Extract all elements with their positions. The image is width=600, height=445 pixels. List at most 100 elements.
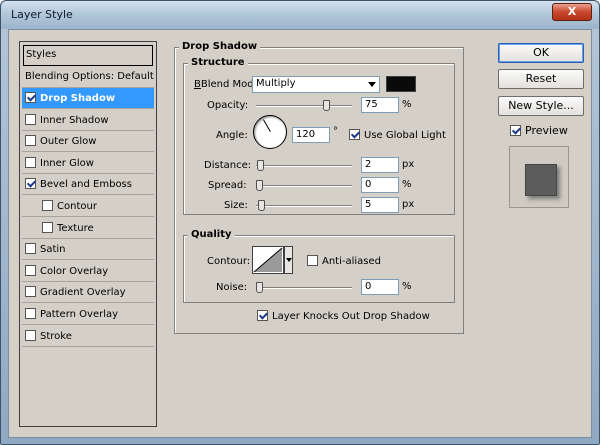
- noise-unit: %: [402, 281, 412, 292]
- size-unit: px: [402, 199, 415, 210]
- checkbox-icon[interactable]: [257, 310, 268, 321]
- checkbox-icon[interactable]: [510, 125, 521, 136]
- checkbox-icon[interactable]: [42, 221, 53, 233]
- noise-label: Noise:: [216, 282, 248, 293]
- distance-unit: px: [402, 159, 415, 170]
- preview-box: [509, 146, 569, 208]
- use-global-light-checkbox[interactable]: Use Global Light: [349, 129, 446, 141]
- preview-swatch: [525, 164, 557, 196]
- opacity-slider[interactable]: [256, 100, 352, 111]
- knockout-checkbox[interactable]: Layer Knocks Out Drop Shadow: [257, 310, 430, 322]
- close-button[interactable]: X: [552, 3, 592, 21]
- preview-checkbox[interactable]: Preview: [510, 124, 568, 137]
- distance-label: Distance:: [204, 160, 252, 171]
- blend-mode-dropdown[interactable]: Multiply: [252, 76, 380, 93]
- checkbox-icon[interactable]: [25, 308, 36, 319]
- opacity-label: Opacity:: [207, 100, 249, 111]
- dialog-client-area: Styles Blending Options: Default Drop Sh…: [8, 29, 592, 438]
- style-item-label: Color Overlay: [40, 265, 109, 277]
- style-item-texture[interactable]: Texture: [22, 218, 154, 239]
- spread-slider-thumb[interactable]: [256, 180, 263, 191]
- style-item-inner-shadow[interactable]: Inner Shadow: [22, 110, 154, 131]
- spread-slider[interactable]: [256, 180, 352, 191]
- style-item-label: Outer Glow: [40, 136, 97, 148]
- opacity-slider-thumb[interactable]: [322, 100, 330, 111]
- style-item-label: Texture: [57, 222, 94, 234]
- angle-input[interactable]: 120: [292, 127, 330, 143]
- angle-dial[interactable]: [253, 115, 287, 149]
- checkbox-icon[interactable]: [25, 286, 36, 298]
- style-item-label: Gradient Overlay: [40, 287, 126, 299]
- title-bar[interactable]: Layer Style X: [1, 1, 599, 29]
- noise-input[interactable]: 0: [361, 279, 399, 295]
- blending-options-item[interactable]: Blending Options: Default: [22, 67, 154, 88]
- style-item-label: Inner Shadow: [40, 114, 109, 126]
- new-style-button[interactable]: New Style...: [498, 96, 584, 116]
- size-slider[interactable]: [256, 200, 352, 211]
- spread-label: Spread:: [208, 180, 247, 191]
- drop-shadow-title: Drop Shadow: [179, 41, 261, 52]
- style-item-bevel-and-emboss[interactable]: Bevel and Emboss: [22, 174, 154, 196]
- style-item-satin[interactable]: Satin: [22, 239, 154, 261]
- chevron-down-icon: [286, 258, 292, 262]
- checkbox-icon[interactable]: [25, 264, 36, 276]
- checkbox-icon[interactable]: [25, 113, 36, 125]
- size-slider-thumb[interactable]: [257, 200, 265, 211]
- noise-slider[interactable]: [256, 282, 352, 293]
- style-item-label: Stroke: [40, 330, 72, 342]
- blend-mode-value: Multiply: [256, 78, 296, 89]
- angle-label: Angle:: [216, 130, 248, 141]
- layer-style-dialog: Layer Style X Styles Blending Options: D…: [0, 0, 600, 445]
- contour-label: Contour:: [207, 256, 251, 267]
- opacity-input[interactable]: 75: [361, 97, 399, 113]
- knockout-label: Layer Knocks Out Drop Shadow: [272, 311, 430, 322]
- checkbox-icon[interactable]: [25, 329, 36, 341]
- contour-dropdown-button[interactable]: [284, 246, 293, 274]
- preview-label: Preview: [525, 124, 568, 137]
- checkbox-icon[interactable]: [42, 200, 53, 211]
- checkbox-icon[interactable]: [25, 156, 36, 168]
- anti-aliased-checkbox[interactable]: Anti-aliased: [307, 255, 381, 267]
- checkbox-icon[interactable]: [307, 255, 318, 266]
- size-input[interactable]: 5: [361, 197, 399, 213]
- angle-hand-icon: [263, 119, 271, 132]
- style-item-outer-glow[interactable]: Outer Glow: [22, 131, 154, 153]
- noise-slider-thumb[interactable]: [256, 282, 263, 293]
- checkbox-icon[interactable]: [25, 92, 36, 103]
- contour-picker[interactable]: [252, 246, 284, 274]
- spread-unit: %: [402, 179, 412, 190]
- structure-title: Structure: [188, 57, 248, 68]
- angle-unit: °: [333, 126, 338, 137]
- distance-slider-thumb[interactable]: [256, 160, 264, 171]
- distance-slider[interactable]: [256, 160, 352, 171]
- opacity-unit: %: [402, 99, 412, 110]
- style-item-gradient-overlay[interactable]: Gradient Overlay: [22, 282, 154, 304]
- quality-title: Quality: [188, 229, 235, 240]
- checkbox-icon[interactable]: [25, 135, 36, 147]
- style-item-inner-glow[interactable]: Inner Glow: [22, 153, 154, 174]
- use-global-light-label: Use Global Light: [364, 130, 446, 141]
- style-item-drop-shadow[interactable]: Drop Shadow: [22, 88, 154, 109]
- style-item-label: Pattern Overlay: [40, 309, 119, 320]
- checkbox-icon[interactable]: [25, 243, 36, 255]
- style-item-contour[interactable]: Contour: [22, 196, 154, 217]
- reset-button[interactable]: Reset: [498, 69, 584, 89]
- checkbox-icon[interactable]: [349, 129, 360, 140]
- style-item-label: Satin: [40, 244, 66, 256]
- shadow-color-swatch[interactable]: [386, 76, 416, 92]
- styles-list: Styles Blending Options: Default Drop Sh…: [19, 41, 157, 427]
- ok-button[interactable]: OK: [498, 43, 584, 63]
- size-label: Size:: [224, 200, 248, 211]
- style-item-label: Inner Glow: [40, 157, 94, 169]
- spread-input[interactable]: 0: [361, 177, 399, 193]
- style-item-label: Contour: [57, 201, 97, 212]
- distance-input[interactable]: 2: [361, 157, 399, 173]
- window-title: Layer Style: [11, 8, 73, 21]
- styles-header[interactable]: Styles: [23, 45, 153, 66]
- style-item-pattern-overlay[interactable]: Pattern Overlay: [22, 304, 154, 325]
- style-item-color-overlay[interactable]: Color Overlay: [22, 261, 154, 282]
- anti-aliased-label: Anti-aliased: [322, 256, 382, 267]
- checkbox-icon[interactable]: [25, 178, 36, 190]
- style-item-stroke[interactable]: Stroke: [22, 326, 154, 347]
- style-item-label: Drop Shadow: [40, 93, 116, 104]
